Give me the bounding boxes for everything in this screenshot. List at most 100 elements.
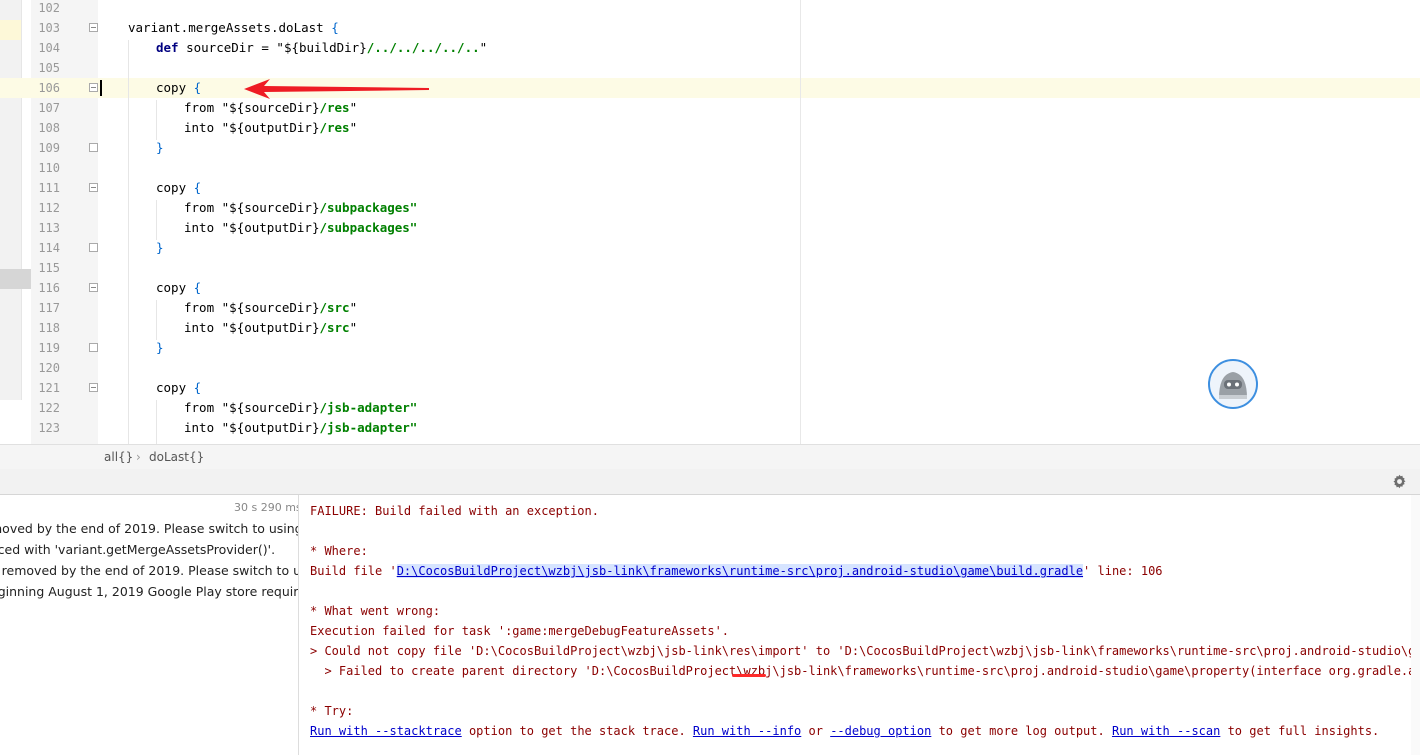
- run-scan-link[interactable]: Run with --scan: [1112, 724, 1220, 738]
- build-file-link[interactable]: D:\CocosBuildProject\wzbj\jsb-link\frame…: [396, 564, 1084, 578]
- code-text: into "${outputDir}/jsb-adapter": [184, 420, 418, 435]
- fold-marker-icon[interactable]: [89, 23, 98, 32]
- indent-guide: [156, 200, 157, 240]
- code-line-current: 106 copy {: [0, 78, 1420, 98]
- code-text: from "${sourceDir}/jsb-adapter": [184, 400, 418, 415]
- line-number: 108: [38, 121, 60, 135]
- build-message[interactable]: e removed by the end of 2019. Please swi…: [0, 563, 298, 578]
- fold-marker-icon[interactable]: [89, 283, 98, 292]
- indent-guide: [156, 400, 157, 444]
- gear-icon[interactable]: [1392, 474, 1407, 489]
- code-line: 102: [0, 0, 1420, 18]
- line-number: 112: [38, 201, 60, 215]
- build-output-tree[interactable]: 30 s 290 ms moved by the end of 2019. Pl…: [0, 495, 299, 755]
- code-line: 110: [0, 158, 1420, 178]
- code-editor[interactable]: 102 103 variant.mergeAssets.doLast { 104…: [0, 0, 1420, 444]
- console-line: Run with --stacktrace option to get the …: [310, 724, 1380, 738]
- console-scrollbar[interactable]: [1411, 495, 1420, 755]
- line-number: 115: [38, 261, 60, 275]
- code-text: copy {: [156, 380, 202, 395]
- breadcrumb-item[interactable]: doLast{}: [149, 450, 204, 464]
- line-number: 119: [38, 341, 60, 355]
- build-message[interactable]: moved by the end of 2019. Please switch …: [0, 521, 298, 536]
- code-text: from "${sourceDir}/subpackages": [184, 200, 418, 215]
- build-duration: 30 s 290 ms: [234, 501, 299, 514]
- build-console[interactable]: FAILURE: Build failed with an exception.…: [299, 495, 1411, 755]
- run-info-link[interactable]: Run with --info: [693, 724, 801, 738]
- line-number: 122: [38, 401, 60, 415]
- right-margin-guide: [800, 0, 801, 444]
- line-number: 123: [38, 421, 60, 435]
- build-message[interactable]: eginning August 1, 2019 Google Play stor…: [0, 584, 298, 599]
- console-line: * Where:: [310, 544, 368, 558]
- assistant-avatar-icon[interactable]: [1207, 358, 1259, 410]
- console-line: > Could not copy file 'D:\CocosBuildProj…: [310, 644, 1411, 658]
- code-line: 123 into "${outputDir}/jsb-adapter": [0, 418, 1420, 438]
- code-text: copy {: [156, 180, 202, 195]
- line-number: 113: [38, 221, 60, 235]
- line-number: 104: [38, 41, 60, 55]
- code-line: 105: [0, 58, 1420, 78]
- line-number: 117: [38, 301, 60, 315]
- console-line: Execution failed for task ':game:mergeDe…: [310, 624, 730, 638]
- line-number: 120: [38, 361, 60, 375]
- code-text: into "${outputDir}/res": [184, 120, 358, 135]
- code-text: copy {: [156, 80, 202, 95]
- line-number: 107: [38, 101, 60, 115]
- code-text: into "${outputDir}/subpackages": [184, 220, 418, 235]
- line-number: 118: [38, 321, 60, 335]
- breadcrumb: all{} › doLast{}: [0, 444, 1420, 470]
- code-text: from "${sourceDir}/src": [184, 300, 358, 315]
- breadcrumb-separator: ›: [136, 450, 141, 464]
- red-arrow-annotation: [244, 79, 429, 99]
- fold-marker-icon[interactable]: [89, 383, 98, 392]
- code-line: 118 into "${outputDir}/src": [0, 318, 1420, 338]
- code-text: into "${outputDir}/src": [184, 320, 358, 335]
- indent-guide: [156, 300, 157, 340]
- code-line: 117 from "${sourceDir}/src": [0, 298, 1420, 318]
- line-number: 102: [38, 1, 60, 15]
- indent-guide: [128, 40, 129, 444]
- code-line: 107 from "${sourceDir}/res": [0, 98, 1420, 118]
- code-line: 113 into "${outputDir}/subpackages": [0, 218, 1420, 238]
- line-number: 110: [38, 161, 60, 175]
- code-line: 108 into "${outputDir}/res": [0, 118, 1420, 138]
- build-message[interactable]: aced with 'variant.getMergeAssetsProvide…: [0, 542, 275, 557]
- line-number: 116: [38, 281, 60, 295]
- console-line: > Failed to create parent directory 'D:\…: [310, 664, 1411, 678]
- line-number: 114: [38, 241, 60, 255]
- code-text: }: [156, 340, 164, 355]
- console-line: * Try:: [310, 704, 354, 718]
- line-number: 109: [38, 141, 60, 155]
- code-text: }: [156, 240, 164, 255]
- code-line: 116 copy {: [0, 278, 1420, 298]
- line-number: 121: [38, 381, 60, 395]
- line-number: 111: [38, 181, 60, 195]
- console-line: Build file 'D:\CocosBuildProject\wzbj\js…: [310, 564, 1163, 578]
- code-line: 119 }: [0, 338, 1420, 358]
- fold-marker-icon[interactable]: [89, 243, 98, 252]
- fold-marker-icon[interactable]: [89, 143, 98, 152]
- red-scribble-annotation: [732, 674, 766, 677]
- code-text: def sourceDir = "${buildDir}/../../../..…: [156, 40, 488, 55]
- run-stacktrace-link[interactable]: Run with --stacktrace: [310, 724, 462, 738]
- code-line: 104 def sourceDir = "${buildDir}/../../.…: [0, 38, 1420, 58]
- code-line: 115: [0, 258, 1420, 278]
- code-text: }: [156, 140, 164, 155]
- fold-marker-icon[interactable]: [89, 83, 98, 92]
- code-text: from "${sourceDir}/res": [184, 100, 358, 115]
- breadcrumb-item[interactable]: all{}: [104, 450, 133, 464]
- code-text: copy {: [156, 280, 202, 295]
- code-line: 111 copy {: [0, 178, 1420, 198]
- console-line: * What went wrong:: [310, 604, 441, 618]
- text-caret: [100, 80, 102, 96]
- code-text: variant.mergeAssets.doLast {: [128, 20, 339, 35]
- fold-marker-icon[interactable]: [89, 183, 98, 192]
- line-number: 106: [38, 81, 60, 95]
- fold-marker-icon[interactable]: [89, 343, 98, 352]
- code-line: 114 }: [0, 238, 1420, 258]
- code-line: 103 variant.mergeAssets.doLast {: [0, 18, 1420, 38]
- debug-option-link[interactable]: --debug option: [830, 724, 931, 738]
- code-line: 112 from "${sourceDir}/subpackages": [0, 198, 1420, 218]
- code-line: 109 }: [0, 138, 1420, 158]
